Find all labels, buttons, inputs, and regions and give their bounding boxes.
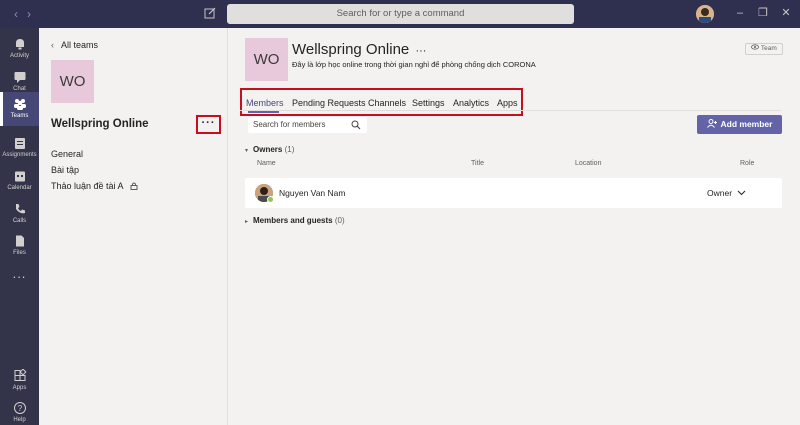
phone-icon (15, 204, 25, 214)
app-rail: Activity Chat Teams Assignments Calendar… (0, 28, 39, 425)
member-role-dropdown[interactable]: Owner (707, 188, 732, 198)
main-content: WO Wellspring Online ··· Đây là lớp học … (228, 28, 800, 425)
compose-icon[interactable] (203, 6, 217, 20)
caret-down-icon: ▾ (245, 148, 249, 154)
team-name: Wellspring Online (51, 118, 149, 130)
guests-label: Members and guests (253, 216, 333, 225)
channel-thao-luan[interactable]: Thảo luận đề tài A (51, 181, 138, 191)
channel-label: Thảo luận đề tài A (51, 181, 124, 191)
rail-label: Assignments (2, 152, 37, 158)
more-icon: ... (12, 266, 27, 281)
help-icon: ? (13, 402, 26, 414)
chevron-left-icon: ‹ (51, 40, 54, 50)
title-text: Wellspring Online (292, 41, 410, 58)
maximize-icon[interactable]: ❐ (756, 6, 770, 20)
team-more-options-button[interactable]: ··· (196, 115, 221, 134)
rail-more-button[interactable]: ... (0, 264, 39, 284)
rail-item-apps[interactable]: Apps (0, 364, 39, 398)
rail-label: Calls (12, 218, 27, 224)
column-header-title: Title (471, 160, 484, 167)
team-avatar: WO (51, 60, 94, 103)
minimize-icon[interactable]: – (733, 6, 747, 20)
rail-item-teams[interactable]: Teams (0, 92, 39, 126)
forward-arrow-icon[interactable]: › (22, 7, 36, 21)
chevron-down-icon[interactable] (736, 187, 747, 198)
lock-icon (130, 182, 138, 190)
command-search-input[interactable]: Search for or type a command (227, 4, 574, 24)
rail-item-calendar[interactable]: Calendar (0, 164, 39, 198)
owners-count: (1) (284, 145, 295, 154)
owners-label: Owners (253, 145, 283, 154)
rail-label: Activity (9, 53, 29, 59)
rail-item-assignments[interactable]: Assignments (0, 131, 39, 165)
table-row[interactable]: Nguyen Van Nam Owner (245, 178, 782, 208)
assignments-icon (14, 138, 25, 149)
page-title: Wellspring Online ··· (292, 41, 426, 58)
rail-item-help[interactable]: ? Help (0, 396, 39, 425)
column-header-name: Name (257, 160, 276, 167)
tab-members[interactable]: Members (246, 98, 284, 108)
team-badge: Team (745, 43, 783, 55)
tab-settings[interactable]: Settings (412, 98, 445, 108)
rail-label: Files (13, 250, 26, 256)
members-guests-section-toggle[interactable]: ▸ Members and guests (0) (245, 216, 345, 225)
add-person-icon (706, 119, 717, 128)
chat-icon (14, 72, 25, 83)
tab-apps[interactable]: Apps (497, 98, 518, 108)
team-description: Đây là lớp học online trong thời gian ng… (292, 60, 536, 69)
guests-count: (0) (334, 216, 345, 225)
owners-section-toggle[interactable]: ▾ Owners (1) (245, 145, 294, 154)
tabs-divider (240, 110, 782, 111)
rail-label: Teams (10, 113, 29, 119)
team-panel: ‹ All teams WO Wellspring Online General … (39, 28, 228, 425)
tab-pending-requests[interactable]: Pending Requests (292, 98, 366, 108)
file-icon (15, 235, 24, 247)
rail-item-activity[interactable]: Activity (0, 32, 39, 66)
tab-channels[interactable]: Channels (368, 98, 406, 108)
channel-general[interactable]: General (51, 149, 83, 159)
search-placeholder: Search for members (253, 120, 326, 129)
channel-bai-tap[interactable]: Bài tập (51, 165, 79, 175)
user-avatar[interactable] (696, 5, 714, 23)
column-header-location: Location (575, 160, 602, 167)
search-members-input[interactable]: Search for members (248, 117, 367, 133)
all-teams-label: All teams (61, 40, 99, 50)
caret-right-icon: ▸ (245, 219, 249, 225)
rail-item-files[interactable]: Files (0, 229, 39, 263)
search-icon (351, 120, 361, 130)
title-bar: ‹ › Search for or type a command – ❐ ✕ (0, 0, 800, 28)
title-more-button[interactable]: ··· (415, 45, 426, 57)
tabs-bar: Members Pending Requests Channels Settin… (240, 88, 523, 116)
apps-icon (14, 369, 27, 381)
all-teams-link[interactable]: ‹ All teams (51, 40, 98, 50)
rail-label: Help (13, 417, 26, 423)
back-arrow-icon[interactable]: ‹ (9, 7, 23, 21)
rail-item-calls[interactable]: Calls (0, 197, 39, 231)
add-member-label: Add member (720, 119, 773, 129)
bell-icon (15, 39, 24, 50)
add-member-button[interactable]: Add member (697, 115, 782, 134)
tab-analytics[interactable]: Analytics (453, 98, 489, 108)
badge-label: Team (760, 45, 777, 52)
calendar-icon (14, 171, 25, 182)
eye-icon (751, 44, 760, 50)
presence-available-icon (267, 196, 274, 203)
rail-label: Calendar (7, 185, 32, 191)
column-header-role: Role (740, 160, 755, 167)
rail-label: Apps (12, 385, 27, 391)
svg-text:?: ? (17, 404, 22, 413)
member-name: Nguyen Van Nam (279, 188, 346, 198)
active-tab-indicator (248, 111, 279, 113)
team-avatar-large: WO (245, 38, 288, 81)
close-icon[interactable]: ✕ (779, 6, 793, 20)
teams-icon (13, 99, 26, 110)
